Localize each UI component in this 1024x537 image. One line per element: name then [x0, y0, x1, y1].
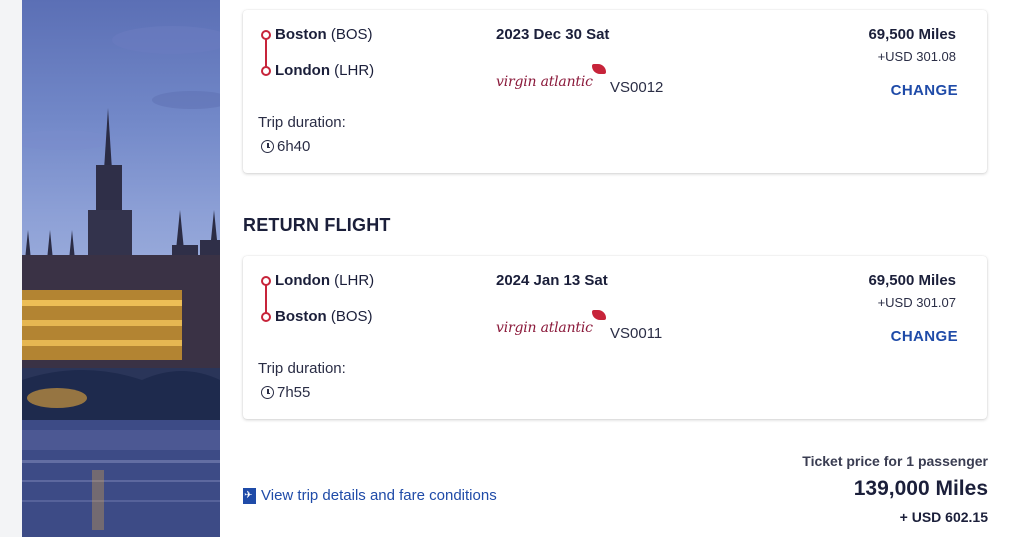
clock-icon [261, 386, 274, 399]
flight-usd: +USD 301.08 [877, 49, 956, 64]
origin-dot-icon [261, 30, 271, 40]
change-return-button[interactable]: CHANGE [891, 328, 958, 345]
flight-usd: +USD 301.07 [877, 295, 956, 310]
duration-value: 7h55 [277, 384, 311, 401]
return-flight-heading: RETURN FLIGHT [243, 215, 391, 235]
clock-icon [261, 140, 274, 153]
virgin-atlantic-logo: virgin atlantic [496, 64, 606, 90]
destination-city: London [275, 62, 330, 79]
flight-date: 2023 Dec 30 Sat [496, 26, 610, 43]
duration-label: Trip duration: [258, 360, 346, 377]
origin: Boston (BOS) [275, 26, 373, 44]
flight-date: 2024 Jan 13 Sat [496, 272, 608, 289]
origin-city: London [275, 272, 330, 289]
origin-code: (LHR) [334, 272, 375, 289]
plane-icon [243, 487, 256, 504]
ticket-price-label: Ticket price for 1 passenger [802, 453, 988, 469]
virgin-atlantic-logo: virgin atlantic [496, 310, 606, 336]
duration-value: 6h40 [277, 138, 311, 155]
details-link-label[interactable]: View trip details and fare conditions [261, 487, 497, 504]
origin-code: (BOS) [330, 26, 373, 43]
origin: London (LHR) [275, 272, 374, 290]
destination-code: (LHR) [334, 62, 375, 79]
total-usd: + USD 602.15 [899, 509, 988, 525]
return-flight-card: London (LHR) Boston (BOS) Trip duration:… [243, 256, 987, 419]
duration-label: Trip duration: [258, 114, 346, 131]
origin-city: Boston [275, 26, 327, 43]
destination-city: Boston [275, 308, 327, 325]
london-photo [22, 0, 220, 537]
flight-number: VS0011 [610, 325, 663, 342]
destination: Boston (BOS) [275, 308, 373, 326]
total-miles: 139,000 Miles [853, 477, 988, 500]
view-trip-details-link[interactable]: View trip details and fare conditions [243, 487, 497, 504]
flight-number: VS0012 [610, 79, 664, 96]
airline: virgin atlantic [496, 64, 606, 90]
flight-miles: 69,500 Miles [868, 26, 956, 43]
airline: virgin atlantic [496, 310, 606, 336]
flight-miles: 69,500 Miles [868, 272, 956, 289]
outbound-flight-card: Boston (BOS) London (LHR) Trip duration:… [243, 10, 987, 173]
change-outbound-button[interactable]: CHANGE [891, 82, 958, 99]
destination: London (LHR) [275, 62, 374, 80]
duration: 7h55 [261, 384, 310, 401]
destination-dot-icon [261, 66, 271, 76]
left-edge [0, 0, 22, 537]
destination-dot-icon [261, 312, 271, 322]
duration: 6h40 [261, 138, 310, 155]
destination-code: (BOS) [330, 308, 373, 325]
origin-dot-icon [261, 276, 271, 286]
